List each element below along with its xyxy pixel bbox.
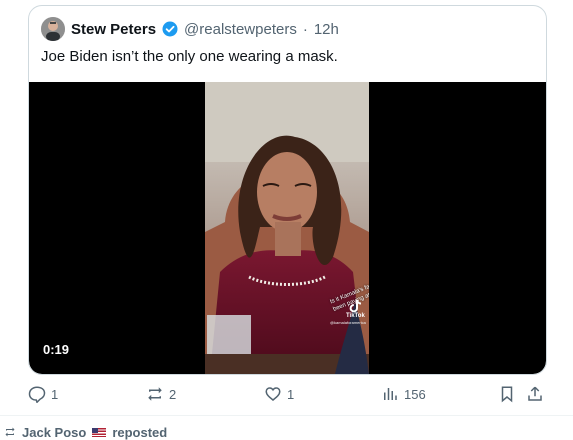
tweet-actions: 1 2 1 156 xyxy=(28,382,545,406)
view-count: 156 xyxy=(404,386,426,402)
video-duration: 0:19 xyxy=(37,340,76,359)
share-icon xyxy=(528,386,542,401)
like-count: 1 xyxy=(287,386,295,402)
author-name[interactable]: Stew Peters xyxy=(71,21,156,38)
repost-icon xyxy=(5,427,15,437)
repost-icon xyxy=(148,387,162,401)
repost-button[interactable]: 2 xyxy=(146,382,176,406)
author-handle[interactable]: @realstewpeters xyxy=(184,21,297,38)
views-button[interactable]: 156 xyxy=(381,382,426,406)
repost-count: 2 xyxy=(169,386,177,402)
bookmark-button[interactable] xyxy=(498,382,516,406)
tiktok-icon xyxy=(347,298,363,314)
author-avatar[interactable] xyxy=(41,17,65,41)
heart-icon xyxy=(265,387,281,401)
tiktok-label: TikTok xyxy=(346,313,365,319)
timestamp[interactable]: 12h xyxy=(314,21,339,38)
tiktok-handle: @kamalaforamerica xyxy=(330,320,366,325)
video-thumbnail xyxy=(205,82,369,374)
tweet-header: Stew Peters @realstewpeters · 12h xyxy=(41,16,339,42)
reposter-name[interactable]: Jack Poso xyxy=(22,425,86,440)
us-flag-icon xyxy=(92,427,107,437)
video-frame: Is it Kamala's fault if you haven't been… xyxy=(205,82,369,374)
separator: · xyxy=(302,20,308,38)
next-repost-line: Jack Poso reposted xyxy=(4,424,168,440)
analytics-icon xyxy=(384,388,397,400)
reply-count: 1 xyxy=(51,386,59,402)
verified-badge-icon xyxy=(162,21,178,37)
tweet-text: Joe Biden isn’t the only one wearing a m… xyxy=(41,48,338,65)
reply-button[interactable]: 1 xyxy=(28,382,58,406)
reply-icon xyxy=(28,386,46,403)
divider xyxy=(0,415,573,416)
share-button[interactable] xyxy=(526,382,544,406)
bookmark-icon xyxy=(501,386,513,403)
like-button[interactable]: 1 xyxy=(264,382,294,406)
video-player[interactable]: Is it Kamala's fault if you haven't been… xyxy=(29,82,546,374)
tweet-card[interactable]: Stew Peters @realstewpeters · 12h Joe Bi… xyxy=(28,5,547,375)
reposted-label: reposted xyxy=(112,424,168,440)
